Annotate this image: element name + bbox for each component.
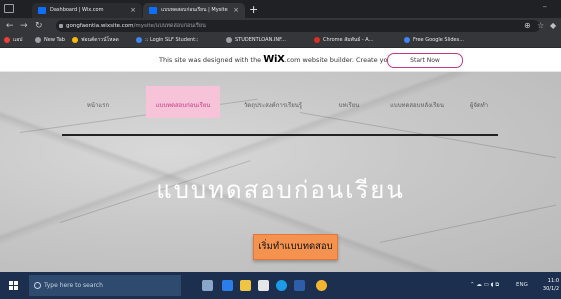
tab-dashboard[interactable]: Dashboard | Wix.com × [32,3,142,18]
browser-tab-strip: Dashboard | Wix.com × แบบทดสอบก่อนเรียน … [0,0,561,18]
taskbar-search-input[interactable]: Type here to search [29,275,181,296]
wix-favicon-icon [149,7,157,14]
windows-start-icon[interactable] [9,281,18,290]
start-test-button[interactable]: เริ่มทำแบบทดสอบ [253,234,338,260]
nav-item-posttest[interactable]: แบบทดสอบหลังเรียน [380,86,454,118]
file-explorer-icon[interactable] [240,280,251,291]
address-bar-row: ← → ↻ gongfaentia.wixsite.com/mysite/แบบ… [0,18,561,34]
url-path: /mysite/แบบทดสอบก่อนเรียน [133,23,206,29]
new-tab-button[interactable]: + [249,2,258,17]
slides-icon [404,37,410,43]
bookmark-icon [136,37,142,43]
page-title: แบบทดสอบก่อนเรียน [156,176,405,204]
site-nav: หน้าแรก แบบทดสอบก่อนเรียน วัตถุประสงค์กา… [62,86,498,136]
wix-logo: WiX [263,54,285,65]
nav-item-pretest[interactable]: แบบทดสอบก่อนเรียน [146,86,220,118]
apps-icon [4,37,10,43]
bookmark-icon [72,37,78,43]
bookmarks-bar: แอป New Tab ฟอนต์ดาวน์โหลด :: Login SLF … [0,34,561,48]
minimize-window-button[interactable]: – [543,2,548,12]
app-icon[interactable] [276,280,287,291]
wix-banner: This site was designed with the WiX.com … [0,48,561,72]
close-tab-icon[interactable]: × [130,3,136,18]
forward-arrow-icon[interactable]: → [20,20,28,32]
nav-item-objectives[interactable]: วัตถุประสงค์การเรียนรู้ [232,86,314,118]
wix-favicon-icon [38,7,46,14]
bookmark-item[interactable]: แอป [4,34,22,47]
edge-icon[interactable] [222,280,233,291]
taskbar-clock[interactable]: 11:0 30/1/2 [543,277,559,293]
nav-item-authors[interactable]: ผู้จัดทำ [460,86,498,118]
task-view-icon[interactable] [202,280,213,291]
search-icon [34,282,41,289]
store-icon[interactable] [258,280,269,291]
url-field[interactable]: gongfaentia.wixsite.com/mysite/แบบทดสอบก… [56,20,540,32]
globe-icon [226,37,232,43]
start-now-button[interactable]: Start Now [387,53,463,68]
bookmark-item[interactable]: Free Google Slides... [404,34,464,47]
bookmark-item[interactable]: :: Login SLF Student:: [136,34,199,47]
bookmark-item[interactable]: New Tab [35,34,65,47]
window-menu-icon[interactable] [4,4,14,13]
nav-item-lessons[interactable]: บทเรียน [326,86,372,118]
site-page: หน้าแรก แบบทดสอบก่อนเรียน วัตถุประสงค์กา… [0,72,561,272]
back-arrow-icon[interactable]: ← [6,20,14,32]
close-tab-icon[interactable]: × [233,3,239,18]
tray-icons[interactable]: ⌃ ☁ ▭ ◖ ⧉ [470,272,499,299]
chrome-icon[interactable] [316,280,327,291]
zoom-icon[interactable]: ⊕ [524,20,531,32]
tab-title: แบบทดสอบก่อนเรียน | Mysite [161,7,228,13]
bookmark-icon [314,37,320,43]
tab-pretest[interactable]: แบบทดสอบก่อนเรียน | Mysite × [143,3,245,18]
nav-underline [62,134,498,136]
language-indicator[interactable]: ENG [516,272,528,299]
url-host: gongfaentia.wixsite.com [66,23,134,29]
bookmark-item[interactable]: ฟอนต์ดาวน์โหลด [72,34,119,47]
extension-icon[interactable]: ◆ [550,20,556,32]
word-icon[interactable] [294,280,305,291]
tab-title: Dashboard | Wix.com [50,7,104,13]
reload-icon[interactable]: ↻ [35,20,43,32]
marble-vein [380,204,557,243]
globe-icon [35,37,41,43]
lock-icon [59,24,63,28]
windows-taskbar: Type here to search ⌃ ☁ ▭ ◖ ⧉ ENG 11:0 3… [0,272,561,299]
clock-date: 30/1/2 [542,286,559,292]
bookmark-item[interactable]: STUDENTLOAN.INF... [226,34,286,47]
bookmark-star-icon[interactable]: ☆ [537,20,544,32]
clock-time: 11:0 [547,278,559,284]
bookmark-item[interactable]: Chrome สัมพันธ์ - A... [314,34,373,47]
nav-item-home[interactable]: หน้าแรก [72,86,124,118]
